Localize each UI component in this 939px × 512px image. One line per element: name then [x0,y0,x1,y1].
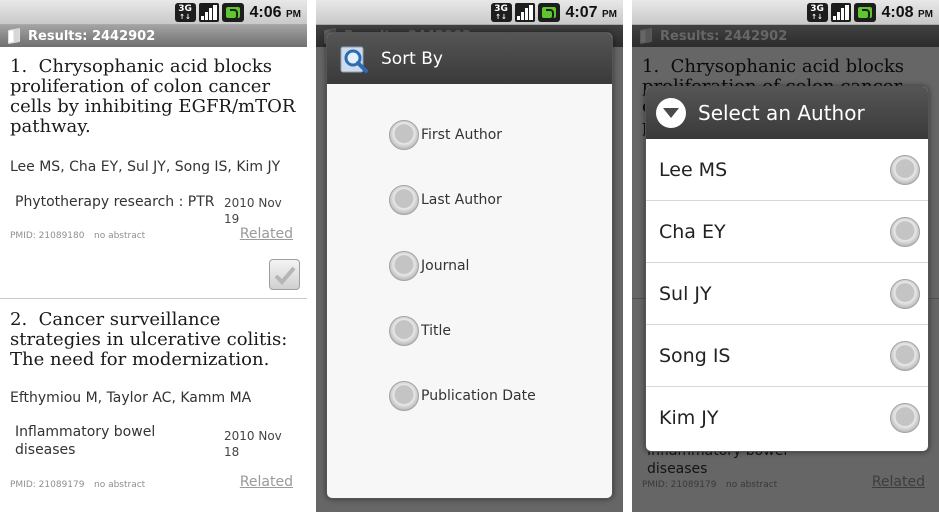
battery-charging-icon [221,3,244,22]
dialog-title: Sort By [381,48,443,69]
radio-button[interactable] [890,154,920,185]
network-3g-icon: 3G ↑↓ [490,3,512,22]
related-link[interactable]: Related [240,226,293,242]
result-journal: Inflammatory bowel diseases [15,424,156,458]
sort-option-title[interactable]: Title [389,315,451,347]
status-bar: 3G ↑↓ 4:06 PM [0,0,307,25]
result-date: 2010 Nov 19 [224,196,282,226]
author-dialog: Select an Author Lee MS Cha EY Sul JY So… [645,86,929,452]
status-time: 4:07 PM [565,3,617,21]
radio-button[interactable] [389,316,419,346]
signal-icon [198,3,219,22]
author-option-song-is[interactable]: Song IS [646,325,928,387]
result-date: 2010 Nov 18 [224,429,282,459]
radio-button[interactable] [389,251,419,281]
radio-button[interactable] [890,403,920,433]
radio-button[interactable] [890,278,920,309]
sort-dialog: Sort By First Author Last Author Journal… [326,32,613,499]
chevron-down-icon [656,98,686,128]
author-screen: 3G↑↓ 4:08 PM Results: 2442902 1. Chrysop… [632,0,939,512]
checkmark-icon [274,266,296,285]
sort-option-journal[interactable]: Journal [389,250,469,282]
network-3g-icon: 3G ↑↓ [174,3,196,22]
results-screen: 3G ↑↓ 4:06 PM Results: 2442902 1. Chrysop… [0,0,307,512]
result-title: 2. Cancer surveillance strategies in ulc… [10,309,288,370]
status-bar: 3G ↑↓ 4:08 PM [632,0,939,25]
radio-button[interactable] [389,120,419,150]
network-3g-icon: 3G ↑↓ [806,3,828,22]
page-title: Results: 2442902 [28,28,156,44]
battery-charging-icon [537,3,560,22]
radio-button[interactable] [389,381,419,411]
battery-charging-icon [853,3,876,22]
radio-button[interactable] [890,216,920,247]
status-time: 4:08 PM [881,3,933,21]
sort-screen: 3G↑↓ 4:07 PM Results: 2442902 1. Chrysop… [316,0,623,512]
search-icon [340,46,368,73]
sort-option-first-author[interactable]: First Author [389,119,502,151]
dialog-header: Sort By [327,33,612,84]
sort-option-publication-date[interactable]: Publication Date [389,380,536,412]
dialog-title: Select an Author [698,101,865,125]
book-icon [8,27,20,45]
result-pmid: PMID: 21089179 [10,480,85,490]
result-abstract-status: no abstract [94,480,146,490]
author-option-kim-jy[interactable]: Kim JY [646,387,928,449]
result-authors: Efthymiou M, Taylor AC, Kamm MA [10,390,252,406]
author-option-sul-jy[interactable]: Sul JY [646,263,928,325]
author-option-lee-ms[interactable]: Lee MS [646,139,928,201]
status-time: 4:06 PM [249,3,301,21]
related-link[interactable]: Related [240,474,293,490]
radio-button[interactable] [890,340,920,371]
dialog-header: Select an Author [646,87,928,139]
result-authors: Lee MS, Cha EY, Sul JY, Song IS, Kim JY [10,159,281,175]
signal-icon [514,3,535,22]
result-title: 1. Chrysophanic acid blocks proliferatio… [10,56,296,137]
list-item[interactable]: 1. Chrysophanic acid blocks proliferatio… [0,47,307,298]
sort-option-last-author[interactable]: Last Author [389,184,502,216]
list-item[interactable]: 2. Cancer surveillance strategies in ulc… [0,299,307,512]
result-pmid: PMID: 21089180 [10,231,85,241]
title-bar: Results: 2442902 [0,25,307,47]
radio-button[interactable] [389,185,419,215]
result-journal: Phytotherapy research : PTR [15,194,215,210]
signal-icon [830,3,851,22]
select-checkbox[interactable] [269,259,300,290]
result-abstract-status: no abstract [94,231,146,241]
status-bar: 3G ↑↓ 4:07 PM [316,0,623,25]
author-option-cha-ey[interactable]: Cha EY [646,201,928,263]
